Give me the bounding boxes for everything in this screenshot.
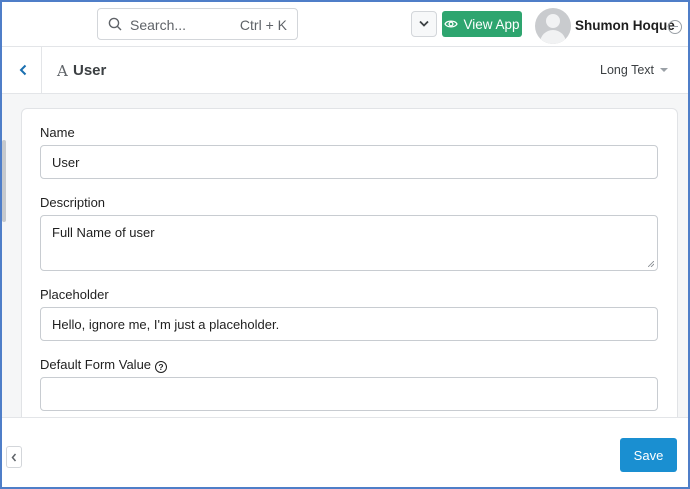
view-app-button[interactable]: View App — [442, 11, 522, 37]
placeholder-input[interactable]: Hello, ignore me, I'm just a placeholder… — [40, 307, 658, 341]
footer-bar: Save — [2, 417, 688, 487]
description-value: Full Name of user — [52, 225, 155, 240]
search-box[interactable]: Search... Ctrl + K — [97, 8, 298, 40]
save-button[interactable]: Save — [620, 438, 677, 472]
search-placeholder: Search... — [130, 17, 187, 33]
placeholder-label: Placeholder — [40, 287, 109, 302]
default-form-value-input[interactable] — [40, 377, 658, 411]
chevron-down-icon — [419, 20, 429, 27]
name-label: Name — [40, 125, 75, 140]
field-header: A User Long Text — [2, 46, 688, 94]
name-input[interactable]: User — [40, 145, 658, 179]
avatar-head — [546, 14, 560, 28]
caret-down-icon — [660, 68, 668, 72]
field-type-select[interactable]: Long Text — [600, 63, 668, 77]
search-shortcut: Ctrl + K — [239, 17, 287, 33]
chevron-left-icon — [19, 64, 27, 76]
eye-icon — [444, 20, 459, 28]
search-icon — [108, 17, 122, 31]
default-form-value-label: Default Form Value? — [40, 357, 168, 373]
chevron-left-small-icon — [11, 453, 17, 462]
form-card: Name User Description Full Name of user … — [21, 108, 678, 438]
text-type-icon: A — [57, 62, 68, 80]
back-button[interactable] — [6, 47, 42, 93]
view-app-label: View App — [463, 16, 520, 32]
resize-handle-icon[interactable] — [648, 261, 654, 267]
field-type-label: Long Text — [600, 63, 654, 77]
description-textarea[interactable]: Full Name of user — [40, 215, 658, 271]
avatar-body — [540, 30, 566, 44]
content-area: Name User Description Full Name of user … — [2, 94, 688, 438]
collapse-sidebar-button[interactable] — [6, 446, 22, 468]
avatar[interactable] — [535, 8, 571, 44]
default-form-value-text: Default Form Value — [40, 357, 152, 372]
field-title: User — [73, 62, 107, 79]
help-icon[interactable]: ? — [155, 361, 168, 373]
scroll-rail[interactable] — [2, 140, 6, 222]
user-name[interactable]: Shumon Hoque — [575, 18, 675, 33]
dropdown-button[interactable] — [411, 11, 437, 37]
more-options-icon[interactable] — [668, 20, 682, 34]
top-bar: Search... Ctrl + K View App Shumon Hoque — [2, 2, 688, 46]
description-label: Description — [40, 195, 106, 210]
